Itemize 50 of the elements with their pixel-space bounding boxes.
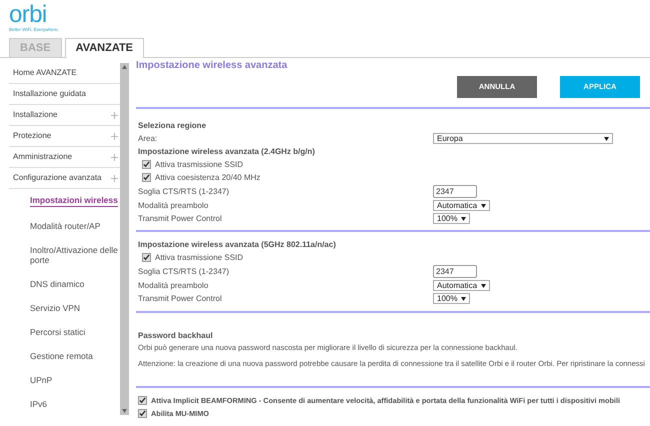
scroll-down-icon[interactable] <box>122 409 127 413</box>
dropdown[interactable]: 100% <box>433 293 470 304</box>
field-label: Transmit Power Control <box>138 212 223 224</box>
dropdown[interactable]: Europa <box>433 133 613 144</box>
sidebar-subitem[interactable]: Impostazioni wireless <box>30 195 118 207</box>
section-heading: Impostazione wireless avanzata (2.4GHz b/g/n) <box>138 146 316 158</box>
sidebar-subitem[interactable]: Inoltro/Attivazione delle porte <box>30 245 118 265</box>
sidebar-subitem[interactable]: Servizio VPN <box>30 303 118 313</box>
dropdown[interactable]: 100% <box>433 213 470 224</box>
checkbox[interactable] <box>142 173 151 182</box>
checkbox[interactable] <box>138 409 147 418</box>
plus-icon <box>111 112 118 118</box>
section-heading: Impostazione wireless avanzata (5GHz 802.11a/n/ac) <box>138 239 337 251</box>
field-label: Transmit Power Control <box>138 292 223 304</box>
section-heading: Password backhaul <box>138 330 214 342</box>
plus-icon <box>111 154 118 160</box>
dropdown[interactable]: Automatica <box>433 200 490 211</box>
text-input[interactable]: 2347 <box>433 185 477 198</box>
plus-icon <box>111 132 118 140</box>
sidebar-subitem[interactable]: Gestione remota <box>30 351 118 361</box>
sidebar-subitem[interactable]: DNS dinamico <box>30 279 118 289</box>
checkbox[interactable] <box>142 160 151 169</box>
caret-icon <box>481 284 486 288</box>
field-label: Soglia CTS/RTS (1-2347) <box>138 186 230 198</box>
checkbox-label[interactable]: Attiva trasmissione SSID <box>155 251 244 264</box>
caret-icon <box>461 216 466 220</box>
text-input[interactable]: 2347 <box>433 265 477 278</box>
sidebar-subitem[interactable]: Percorsi statici <box>30 327 118 337</box>
dropdown[interactable]: Automatica <box>433 280 490 291</box>
field-label: Modalità preambolo <box>138 200 210 212</box>
logo: orbi <box>9 3 47 27</box>
page-title: Impostazione wireless avanzata <box>136 60 288 72</box>
field-label: Area: <box>138 132 158 144</box>
field-label: Modalità preambolo <box>138 280 210 292</box>
caret-icon <box>481 204 486 208</box>
section-heading: Seleziona regione <box>138 120 208 132</box>
checkbox[interactable] <box>138 396 147 405</box>
caret-icon <box>604 136 609 140</box>
sidebar-subitem[interactable]: UPnP <box>30 375 118 385</box>
sidebar-subitem[interactable]: IPv6 <box>30 399 118 409</box>
checkbox-label[interactable]: Attiva trasmissione SSID <box>155 158 244 171</box>
scroll-up-icon[interactable] <box>122 65 127 69</box>
tab[interactable]: AVANZATE <box>64 38 144 58</box>
checkbox[interactable] <box>142 253 151 262</box>
plus-icon <box>111 174 118 182</box>
scrollbar[interactable] <box>120 63 129 415</box>
field-label: Soglia CTS/RTS (1-2347) <box>138 266 230 278</box>
caret-icon <box>461 296 466 300</box>
checkbox-label[interactable]: Attiva coesistenza 20/40 MHz <box>155 171 260 184</box>
sidebar-subitem[interactable]: Modalità router/AP <box>30 221 118 231</box>
